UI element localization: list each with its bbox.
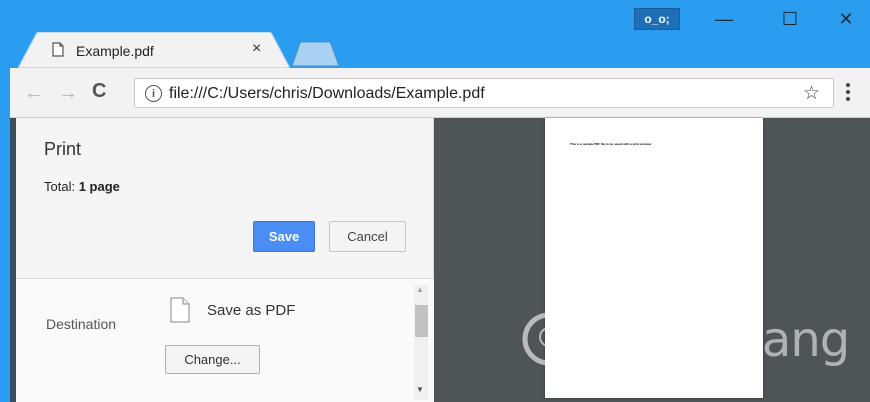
- close-window-button[interactable]: ✕: [822, 6, 870, 32]
- cancel-button[interactable]: Cancel: [329, 221, 406, 252]
- scroll-thumb[interactable]: [415, 305, 428, 337]
- menu-kebab-icon[interactable]: [846, 83, 850, 104]
- tab-example-pdf[interactable]: Example.pdf ×: [18, 32, 290, 68]
- browser-window: o_o; — ☐ ✕ Example.pdf × ← → C i file://…: [0, 0, 870, 402]
- tab-title: Example.pdf: [76, 43, 154, 59]
- url-text[interactable]: file:///C:/Users/chris/Downloads/Example…: [169, 85, 485, 103]
- browser-toolbar: ← → C i file:///C:/Users/chris/Downloads…: [10, 68, 870, 118]
- print-settings: Destination Save as PDF Change... ▲ ▼: [16, 279, 434, 402]
- change-destination-button[interactable]: Change...: [165, 345, 260, 374]
- bookmark-star-icon[interactable]: ☆: [803, 82, 820, 105]
- preview-page-text: This is a sample PDF file to be saved wi…: [570, 142, 652, 146]
- scroll-down-arrow-icon[interactable]: ▼: [416, 385, 424, 394]
- address-bar[interactable]: i file:///C:/Users/chris/Downloads/Examp…: [134, 78, 834, 108]
- back-arrow-icon[interactable]: ←: [24, 82, 44, 105]
- profile-badge[interactable]: o_o;: [634, 8, 680, 30]
- destination-value: Save as PDF: [207, 302, 296, 319]
- maximize-button[interactable]: ☐: [766, 6, 814, 32]
- forward-arrow-icon[interactable]: →: [58, 82, 78, 105]
- watermark-text: uantrimang: [580, 312, 850, 368]
- print-title: Print: [44, 139, 82, 159]
- minimize-button[interactable]: —: [700, 6, 748, 32]
- total-pages: Total: 1 page: [44, 179, 120, 194]
- destination-label: Destination: [46, 316, 117, 332]
- save-button[interactable]: Save: [253, 221, 315, 252]
- tab-close-icon[interactable]: ×: [252, 40, 261, 58]
- print-dialog: Print Total: 1 page Save Cancel Destinat…: [16, 118, 434, 402]
- total-label: Total:: [44, 179, 76, 194]
- document-icon: [52, 42, 64, 62]
- reload-icon[interactable]: C: [92, 80, 106, 103]
- scroll-up-arrow-icon[interactable]: ▲: [416, 285, 424, 294]
- pdf-document-icon: [170, 297, 190, 328]
- settings-scrollbar[interactable]: ▲ ▼: [414, 285, 428, 400]
- info-icon[interactable]: i: [145, 85, 162, 102]
- total-value: 1 page: [78, 179, 120, 194]
- watermark-logo-icon: [522, 312, 576, 366]
- watermark: uantrimang: [520, 306, 850, 386]
